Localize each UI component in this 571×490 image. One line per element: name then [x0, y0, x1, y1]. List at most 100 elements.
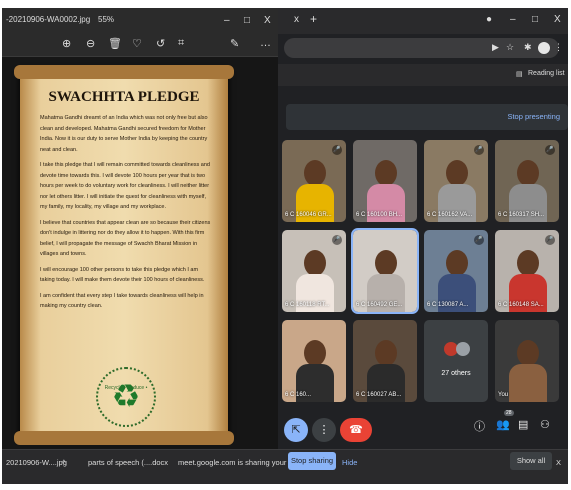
participant-head — [304, 340, 326, 366]
recycle-logo: Recycle • Reduce • Reuse ♻ — [96, 367, 156, 445]
participant-tile[interactable]: 6 C 160027 AB... — [353, 320, 417, 402]
participant-tile[interactable]: 6 C 160046 GR... 🎤 — [282, 140, 346, 222]
chat-icon[interactable]: ▤ — [518, 418, 528, 431]
participant-head — [517, 340, 539, 366]
more-icon[interactable]: … — [260, 37, 271, 49]
desktop-screen: -20210906-WA0002.jpg 55% – □ X ⊕ ⊖ 🗑 ♡ ↺… — [2, 8, 568, 484]
participant-head — [375, 340, 397, 366]
participant-tile[interactable]: 6 C 160317 SH... 🎤 — [495, 140, 559, 222]
muted-mic-icon: 🎤 — [332, 235, 342, 245]
browser-close-button[interactable]: X — [554, 14, 561, 25]
bottom-bar: 20210906-W....jpg ^ parts of speech (...… — [2, 449, 568, 484]
download-caret-icon[interactable]: ^ — [62, 458, 66, 467]
participant-name: 6 C 160027 AB... — [356, 392, 402, 398]
participant-name: You — [498, 392, 509, 398]
participant-avatar — [456, 342, 470, 356]
participant-name: 6 C 160492 GE... — [356, 302, 403, 308]
pledge-paragraph: I believe that countries that appear cle… — [40, 219, 211, 258]
muted-mic-icon: 🎤 — [474, 235, 484, 245]
participant-head — [375, 160, 397, 186]
browser-window: x + ● – □ X ▶ ☆ ✱ ⋮ ▤ Reading list Stop … — [278, 8, 568, 449]
participant-tile[interactable]: 6 C 160... — [282, 320, 346, 402]
close-downloads-button[interactable]: X — [556, 458, 561, 467]
edit-icon[interactable]: ✎ — [230, 37, 239, 50]
participant-name: 6 C 160118 RT... — [285, 302, 330, 308]
screenshot-frame: -20210906-WA0002.jpg 55% – □ X ⊕ ⊖ 🗑 ♡ ↺… — [0, 0, 571, 490]
present-button[interactable]: ⇱ — [284, 418, 308, 442]
participant-tile[interactable]: You — [495, 320, 559, 402]
reading-list-link[interactable]: Reading list — [528, 70, 565, 77]
participant-tile[interactable]: 6 C 160162 VA... 🎤 — [424, 140, 488, 222]
participant-head — [304, 160, 326, 186]
rotate-icon[interactable]: ↺ — [156, 37, 165, 50]
people-icon[interactable]: 👥 — [496, 418, 510, 431]
close-button[interactable]: X — [264, 15, 271, 26]
muted-mic-icon: 🎤 — [545, 235, 555, 245]
tab-close-button[interactable]: x — [294, 14, 299, 25]
show-all-button[interactable]: Show all — [510, 452, 552, 470]
participant-head — [375, 250, 397, 276]
participant-head — [517, 160, 539, 186]
stop-sharing-button[interactable]: Stop sharing — [288, 452, 336, 470]
participant-tile[interactable]: 6 C 160100 BH... — [353, 140, 417, 222]
pledge-title: SWACHHTA PLEDGE — [48, 89, 200, 105]
others-tile[interactable]: 27 others — [424, 320, 488, 402]
zoom-out-icon[interactable]: ⊖ — [86, 37, 95, 50]
viewer-file-name: -20210906-WA0002.jpg — [6, 15, 91, 24]
viewer-title-bar: -20210906-WA0002.jpg 55% – □ X — [2, 8, 278, 32]
pledge-paragraph: Mahatma Gandhi dreamt of an India which … — [40, 115, 208, 153]
browser-minimize-button[interactable]: – — [510, 14, 516, 25]
stop-presenting-button[interactable]: Stop presenting — [507, 112, 560, 121]
reading-list-icon[interactable]: ▤ — [516, 70, 523, 78]
bookmark-star-icon[interactable]: ☆ — [506, 42, 514, 53]
presenting-banner: Stop presenting — [286, 104, 568, 130]
participant-body — [509, 364, 547, 402]
participant-name: 6 C 160148 SA... — [498, 302, 544, 308]
participant-head — [446, 250, 468, 276]
download-item-jpg[interactable]: 20210906-W....jpg — [6, 458, 67, 467]
muted-mic-icon: 🎤 — [474, 145, 484, 155]
photo-viewer-window: -20210906-WA0002.jpg 55% – □ X ⊕ ⊖ 🗑 ♡ ↺… — [2, 8, 278, 449]
zoom-in-icon[interactable]: ⊕ — [62, 37, 71, 50]
browser-tab-bar: x + ● – □ X — [278, 8, 568, 34]
profile-avatar[interactable] — [538, 42, 550, 54]
participant-head — [517, 250, 539, 276]
participant-count-badge: 28 — [504, 410, 514, 416]
extensions-icon[interactable]: ✱ — [524, 42, 532, 53]
muted-mic-icon: 🎤 — [332, 145, 342, 155]
maximize-button[interactable]: □ — [244, 15, 250, 26]
new-tab-button[interactable]: + — [310, 12, 317, 26]
record-icon: ● — [486, 14, 493, 25]
activities-icon[interactable]: ⚇ — [540, 418, 550, 431]
crop-icon[interactable]: ⌗ — [178, 37, 184, 50]
hang-up-button[interactable]: ☎ — [340, 418, 372, 442]
participant-name: 6 C 130087 A... — [427, 302, 469, 308]
participant-tile[interactable]: 6 C 160148 SA... 🎤 — [495, 230, 559, 312]
participant-head — [446, 160, 468, 186]
participant-head — [304, 250, 326, 276]
address-bar[interactable]: ▶ ☆ ✱ ⋮ — [284, 38, 563, 58]
muted-mic-icon: 🎤 — [545, 145, 555, 155]
browser-menu-icon[interactable]: ⋮ — [554, 42, 563, 53]
delete-icon[interactable]: 🗑 — [108, 37, 122, 50]
viewer-toolbar: ⊕ ⊖ 🗑 ♡ ↺ ⌗ ✎ … — [2, 32, 278, 57]
participant-name: 6 C 160046 GR... — [285, 212, 332, 218]
others-count: 27 others — [441, 370, 471, 377]
pledge-paragraph: I will encourage 100 other persons to ta… — [40, 266, 205, 284]
participant-tile[interactable]: 6 C 160492 GE... — [351, 228, 419, 314]
participant-name: 6 C 160162 VA... — [427, 212, 473, 218]
more-options-button[interactable]: ⋮ — [312, 418, 336, 442]
participant-name: 6 C 160... — [285, 392, 312, 398]
favorite-icon[interactable]: ♡ — [132, 37, 142, 50]
browser-maximize-button[interactable]: □ — [532, 14, 538, 25]
participant-tile[interactable]: 6 C 160118 RT... 🎤 — [282, 230, 346, 312]
participant-name: 6 C 160100 BH... — [356, 212, 403, 218]
cast-icon[interactable]: ▶ — [492, 42, 499, 53]
info-icon[interactable]: ⓘ — [474, 418, 485, 434]
hide-button[interactable]: Hide — [342, 458, 357, 467]
participant-name: 6 C 160317 SH... — [498, 212, 545, 218]
minimize-button[interactable]: – — [224, 15, 230, 26]
participant-tile[interactable]: 6 C 130087 A... 🎤 — [424, 230, 488, 312]
bookmarks-bar: ▤ Reading list — [278, 64, 568, 86]
download-item-docx[interactable]: parts of speech (....docx — [88, 458, 168, 467]
